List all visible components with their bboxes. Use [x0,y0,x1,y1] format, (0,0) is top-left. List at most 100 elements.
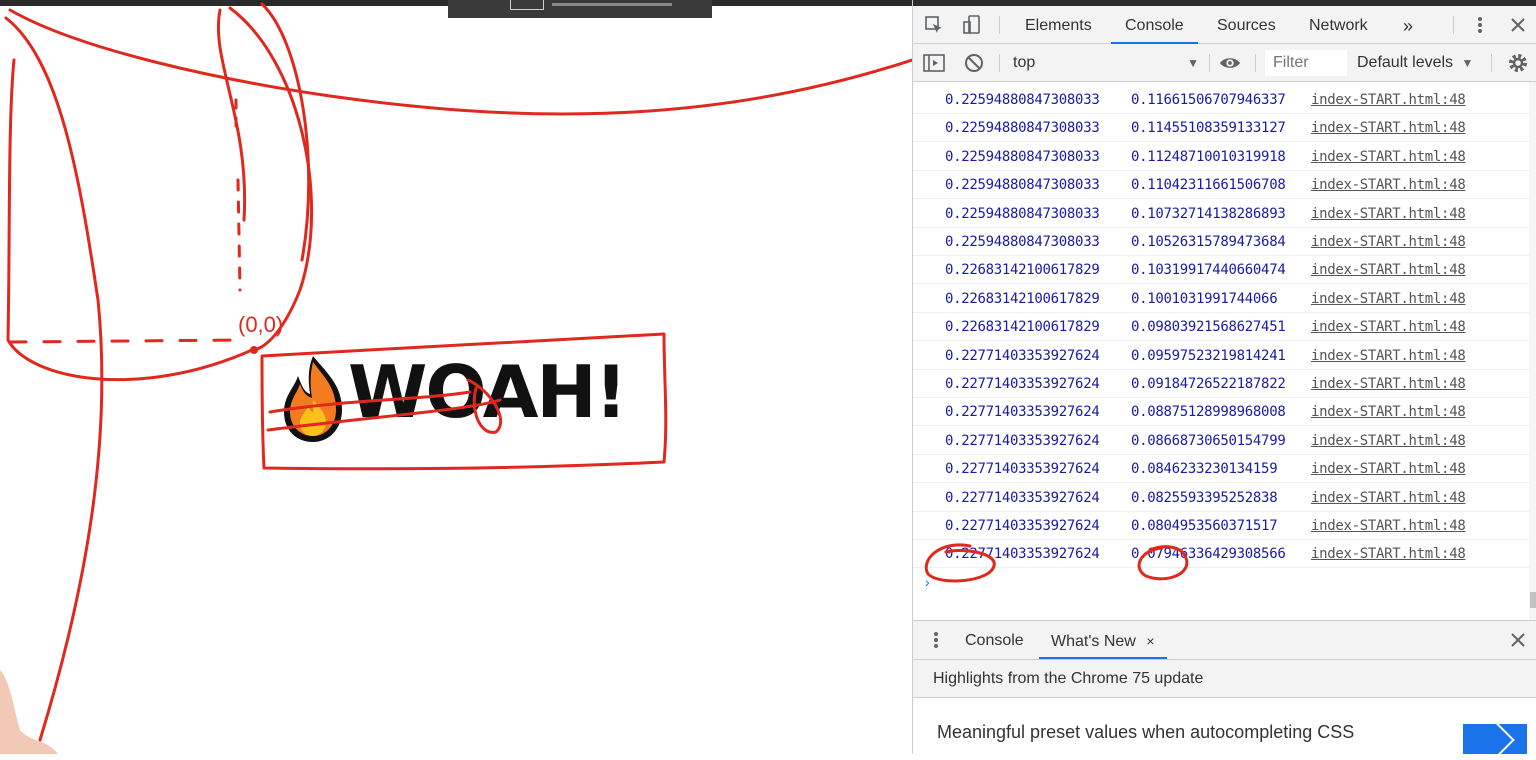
log-value-a: 0.22594880847308033 [945,206,1100,222]
woah-heading: WOAH! [268,338,658,458]
more-tabs-button[interactable]: » [1389,6,1427,44]
devtools-tabbar: Elements Console Sources Network » [913,6,1536,44]
console-log-row: 0.22771403353927624 0.09184726522187822 … [913,370,1529,398]
overlay-tab [448,0,712,18]
log-value-b: 0.0846233230134159 [1131,461,1278,477]
log-value-a: 0.22771403353927624 [945,518,1100,534]
console-scroll-thumb[interactable] [1530,592,1536,608]
presenter-hand [0,670,58,754]
log-source-link[interactable]: index-START.html:48 [1311,285,1466,313]
log-value-a: 0.22594880847308033 [945,149,1100,165]
toolbar-separator-3 [1255,54,1256,72]
log-value-b: 0.10732714138286893 [1131,206,1286,222]
log-source-link[interactable]: index-START.html:48 [1311,455,1466,483]
console-log-row: 0.22771403353927624 0.08668730650154799 … [913,427,1529,455]
tab-network[interactable]: Network [1295,6,1382,44]
log-source-link[interactable]: index-START.html:48 [1311,512,1466,540]
chevron-down-icon: ▼ [1461,56,1474,70]
toolbar-separator [999,54,1000,72]
console-log-row: 0.22771403353927624 0.0804953560371517 i… [913,512,1529,540]
log-value-b: 0.1001031991744066 [1131,291,1278,307]
log-source-link[interactable]: index-START.html:48 [1311,143,1466,171]
sketch-origin-label: (0,0) [238,312,283,337]
toolbar-separator-2 [1209,54,1210,72]
live-expression-eye-icon[interactable] [1219,52,1241,74]
device-toolbar-icon[interactable] [961,14,983,36]
log-value-a: 0.22683142100617829 [945,319,1100,335]
log-source-link[interactable]: index-START.html:48 [1311,228,1466,256]
log-value-a: 0.22771403353927624 [945,433,1100,449]
inspect-element-icon[interactable] [923,14,945,36]
console-log-row: 0.22771403353927624 0.07946336429308566 … [913,540,1529,568]
console-log-row: 0.22594880847308033 0.11248710010319918 … [913,143,1529,171]
log-source-link[interactable]: index-START.html:48 [1311,398,1466,426]
console-log-row: 0.22683142100617829 0.10319917440660474 … [913,256,1529,284]
console-log-row: 0.22683142100617829 0.09803921568627451 … [913,313,1529,341]
console-log-row: 0.22771403353927624 0.09597523219814241 … [913,342,1529,370]
log-source-link[interactable]: index-START.html:48 [1311,114,1466,142]
console-scrollbar[interactable] [1529,82,1536,620]
log-value-a: 0.22771403353927624 [945,546,1100,562]
page-viewport: WOAH! (0,0) [0,0,912,754]
overlay-tab-text [552,3,672,6]
whats-new-body: Meaningful preset values when autocomple… [913,698,1536,754]
devtools-panel: Elements Console Sources Network » top ▼ [912,0,1536,754]
log-source-link[interactable]: index-START.html:48 [1311,171,1466,199]
log-value-b: 0.10319917440660474 [1131,262,1286,278]
console-log-row: 0.22683142100617829 0.1001031991744066 i… [913,285,1529,313]
console-output[interactable]: 0.22594880847308033 0.11661506707946337 … [913,82,1529,620]
tabbar-separator [999,16,1000,34]
context-value: top [1013,54,1036,71]
console-log-row: 0.22594880847308033 0.11455108359133127 … [913,114,1529,142]
drawer-tabbar: Console What's New × [913,620,1536,660]
console-log-row: 0.22594880847308033 0.11042311661506708 … [913,171,1529,199]
tab-sources[interactable]: Sources [1203,6,1290,44]
tab-console[interactable]: Console [1111,6,1198,44]
overlay-tab-box [510,0,544,10]
whats-new-item-title[interactable]: Meaningful preset values when autocomple… [937,722,1354,743]
filter-input[interactable] [1265,50,1347,76]
log-value-b: 0.0825593395252838 [1131,490,1278,506]
gear-icon[interactable] [1507,52,1529,74]
log-value-b: 0.09597523219814241 [1131,348,1286,364]
log-source-link[interactable]: index-START.html:48 [1311,313,1466,341]
close-drawer-icon[interactable] [1507,629,1529,651]
log-value-a: 0.22771403353927624 [945,404,1100,420]
drawer-tab-whats-new[interactable]: What's New × [1039,621,1167,659]
whats-new-heading: Highlights from the Chrome 75 update [913,660,1536,698]
log-value-b: 0.11661506707946337 [1131,92,1286,108]
console-prompt[interactable]: › [925,574,930,590]
log-source-link[interactable]: index-START.html:48 [1311,200,1466,228]
log-source-link[interactable]: index-START.html:48 [1311,342,1466,370]
fire-emoji-icon [284,356,342,442]
close-icon[interactable] [1507,14,1529,36]
log-source-link[interactable]: index-START.html:48 [1311,484,1466,512]
tab-elements[interactable]: Elements [1011,6,1106,44]
close-tab-icon[interactable]: × [1146,633,1154,649]
log-source-link[interactable]: index-START.html:48 [1311,86,1466,114]
log-value-a: 0.22594880847308033 [945,92,1100,108]
log-source-link[interactable]: index-START.html:48 [1311,256,1466,284]
console-log-row: 0.22771403353927624 0.08875128998968008 … [913,398,1529,426]
log-levels-dropdown[interactable]: Default levels ▼ [1357,50,1479,76]
kebab-menu-icon[interactable] [1469,14,1491,36]
log-value-a: 0.22771403353927624 [945,461,1100,477]
console-sidebar-icon[interactable] [923,52,945,74]
drawer-tab-whats-new-label: What's New [1051,633,1136,650]
console-log-row: 0.22594880847308033 0.10526315789473684 … [913,228,1529,256]
whats-new-thumbnail[interactable] [1463,724,1527,754]
log-source-link[interactable]: index-START.html:48 [1311,427,1466,455]
log-value-a: 0.22594880847308033 [945,234,1100,250]
log-value-b: 0.09803921568627451 [1131,319,1286,335]
drawer-tab-console[interactable]: Console [953,621,1036,659]
log-value-a: 0.22594880847308033 [945,177,1100,193]
clear-console-icon[interactable] [963,52,985,74]
context-selector[interactable]: top ▼ [1005,50,1201,76]
log-value-a: 0.22771403353927624 [945,376,1100,392]
log-value-b: 0.09184726522187822 [1131,376,1286,392]
log-value-b: 0.11042311661506708 [1131,177,1286,193]
drawer-kebab-menu-icon[interactable] [925,629,947,651]
log-levels-label: Default levels [1357,54,1454,71]
log-source-link[interactable]: index-START.html:48 [1311,540,1466,568]
log-source-link[interactable]: index-START.html:48 [1311,370,1466,398]
